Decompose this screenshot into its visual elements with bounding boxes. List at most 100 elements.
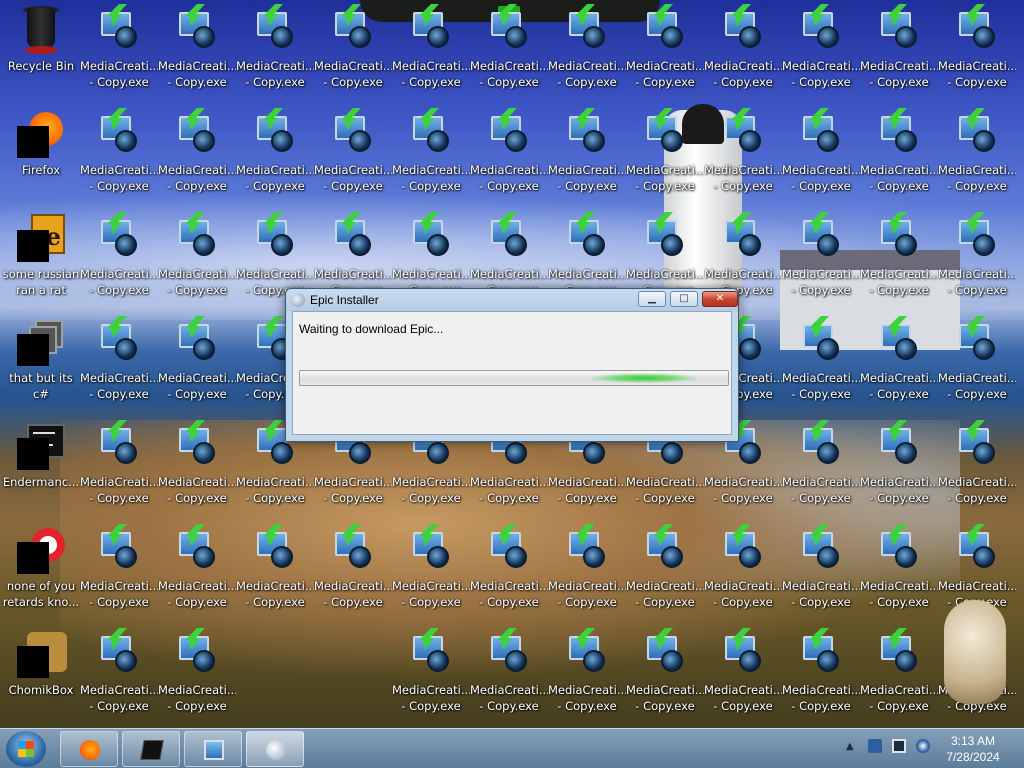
media-creation-tool-icon — [563, 212, 611, 262]
desktop-icon-media-creation-copy[interactable]: MediaCreati... - Copy.exe — [392, 0, 470, 98]
desktop-icon-firefox[interactable]: Firefox — [2, 104, 80, 202]
desktop-icon-media-creation-copy[interactable]: MediaCreati... - Copy.exe — [548, 0, 626, 98]
maximize-button[interactable]: □ — [670, 291, 698, 307]
desktop-icon-media-creation-copy[interactable]: MediaCreati... - Copy.exe — [782, 208, 860, 306]
desktop-icon-media-creation-copy[interactable]: MediaCreati... - Copy.exe — [704, 104, 782, 202]
desktop-icon-media-creation-copy[interactable]: MediaCreati... - Copy.exe — [314, 0, 392, 98]
desktop-icon-media-creation-copy[interactable]: MediaCreati... - Copy.exe — [782, 624, 860, 722]
desktop-icon-rat-app[interactable]: e some russian ran a rat — [2, 208, 80, 306]
desktop-icon-media-creation-copy[interactable]: MediaCreati... - Copy.exe — [860, 312, 938, 410]
desktop-icon-media-creation-copy[interactable]: MediaCreati... - Copy.exe — [392, 624, 470, 722]
bluetooth-icon[interactable] — [868, 739, 882, 753]
desktop-icon-media-creation-copy[interactable]: MediaCreati... - Copy.exe — [626, 624, 704, 722]
show-hidden-icons-button[interactable]: ▲ — [846, 741, 854, 752]
taskbar-installer-button[interactable] — [246, 731, 304, 767]
desktop-icon-label: MediaCreati... - Copy.exe — [782, 683, 860, 713]
desktop-icon-media-creation-copy[interactable]: MediaCreati... - Copy.exe — [860, 0, 938, 98]
desktop-icon-media-creation-copy[interactable]: MediaCreati... - Copy.exe — [860, 104, 938, 202]
desktop-icon-media-creation-copy[interactable]: MediaCreati... - Copy.exe — [314, 520, 392, 618]
desktop-icon-media-creation-copy[interactable]: MediaCreati... - Copy.exe — [80, 624, 158, 722]
desktop-icon-media-creation-copy[interactable]: MediaCreati... - Copy.exe — [860, 416, 938, 514]
desktop-icon-media-creation-copy[interactable]: MediaCreati... - Copy.exe — [158, 416, 236, 514]
media-creation-tool-icon — [95, 524, 143, 574]
media-creation-tool-icon — [875, 316, 923, 366]
desktop-icon-chomikbox[interactable]: ChomikBox — [2, 624, 80, 722]
media-creation-tool-icon — [797, 316, 845, 366]
taskbar-media-creation-button[interactable] — [184, 731, 242, 767]
mc-disc — [739, 26, 761, 48]
desktop-icon-media-creation-copy[interactable]: MediaCreati... - Copy.exe — [704, 0, 782, 98]
network-icon[interactable] — [892, 739, 906, 753]
close-button[interactable]: ✕ — [702, 291, 738, 307]
desktop-icon-media-creation-copy[interactable]: MediaCreati... - Copy.exe — [470, 520, 548, 618]
desktop-icon-media-creation-copy[interactable]: MediaCreati... - Copy.exe — [236, 104, 314, 202]
desktop-icon-media-creation-copy[interactable]: MediaCreati... - Copy.exe — [80, 312, 158, 410]
desktop-icon-media-creation-copy[interactable]: MediaCreati... - Copy.exe — [158, 624, 236, 722]
mc-disc — [271, 26, 293, 48]
desktop-icon-media-creation-copy[interactable]: MediaCreati... - Copy.exe — [938, 208, 1016, 306]
desktop-icon-media-creation-copy[interactable]: MediaCreati... - Copy.exe — [938, 312, 1016, 410]
desktop-icon-media-creation-copy[interactable]: MediaCreati... - Copy.exe — [782, 104, 860, 202]
desktop-icon-media-creation-copy[interactable]: MediaCreati... - Copy.exe — [938, 0, 1016, 98]
desktop-icon-media-creation-copy[interactable]: MediaCreati... - Copy.exe — [158, 208, 236, 306]
volume-icon[interactable] — [916, 739, 930, 753]
desktop-icon-media-creation-copy[interactable]: MediaCreati... - Copy.exe — [704, 520, 782, 618]
desktop-icon-media-creation-copy[interactable]: MediaCreati... - Copy.exe — [938, 416, 1016, 514]
desktop-icon-label: MediaCreati... - Copy.exe — [782, 163, 860, 193]
desktop-icon-media-creation-copy[interactable]: MediaCreati... - Copy.exe — [392, 104, 470, 202]
taskbar-terminal-button[interactable] — [122, 731, 180, 767]
desktop-icon-media-creation-copy[interactable]: MediaCreati... - Copy.exe — [860, 208, 938, 306]
desktop-icon-media-creation-copy[interactable]: MediaCreati... - Copy.exe — [80, 416, 158, 514]
mc-disc — [115, 26, 137, 48]
desktop-icon-windows-stack[interactable]: that but its c# — [2, 312, 80, 410]
desktop-icon-media-creation-copy[interactable]: MediaCreati... - Copy.exe — [470, 624, 548, 722]
desktop-icon-media-creation-copy[interactable]: MediaCreati... - Copy.exe — [782, 520, 860, 618]
desktop-icon-label: MediaCreati... - Copy.exe — [860, 371, 938, 401]
desktop-icon-media-creation-copy[interactable]: MediaCreati... - Copy.exe — [548, 520, 626, 618]
media-creation-tool-icon — [797, 628, 845, 678]
desktop-icon-media-creation-copy[interactable]: MediaCreati... - Copy.exe — [470, 0, 548, 98]
desktop-icon-media-creation-copy[interactable]: MediaCreati... - Copy.exe — [80, 0, 158, 98]
media-creation-tool-icon — [173, 420, 221, 470]
desktop-icon-media-creation-copy[interactable]: MediaCreati... - Copy.exe — [80, 208, 158, 306]
desktop-icon-media-creation-copy[interactable]: MediaCreati... - Copy.exe — [860, 624, 938, 722]
minimize-button[interactable]: ▁ — [638, 291, 666, 307]
desktop-icon-media-creation-copy[interactable]: MediaCreati... - Copy.exe — [158, 104, 236, 202]
desktop-icon-media-creation-copy[interactable]: MediaCreati... - Copy.exe — [782, 312, 860, 410]
desktop-icon-media-creation-copy[interactable]: MediaCreati... - Copy.exe — [158, 312, 236, 410]
desktop-icon-media-creation-copy[interactable]: MediaCreati... - Copy.exe — [626, 520, 704, 618]
desktop-icon-media-creation-copy[interactable]: MediaCreati... - Copy.exe — [548, 104, 626, 202]
system-clock[interactable]: 3:13 AM 7/28/2024 — [938, 733, 1008, 765]
desktop-icon-recycle-bin[interactable]: Recycle Bin — [2, 0, 80, 98]
window-titlebar[interactable]: Epic Installer ▁ □ ✕ — [286, 289, 738, 311]
desktop-icon-media-creation-copy[interactable]: MediaCreati... - Copy.exe — [236, 0, 314, 98]
start-button[interactable] — [6, 731, 46, 767]
desktop-icon-media-creation-copy[interactable]: MediaCreati... - Copy.exe — [704, 624, 782, 722]
desktop-icon-label: MediaCreati... - Copy.exe — [860, 163, 938, 193]
mc-disc — [817, 442, 839, 464]
desktop-icon-media-creation-copy[interactable]: MediaCreati... - Copy.exe — [158, 520, 236, 618]
desktop-icon-media-creation-copy[interactable]: MediaCreati... - Copy.exe — [80, 520, 158, 618]
desktop-icon-media-creation-copy[interactable]: MediaCreati... - Copy.exe — [938, 104, 1016, 202]
desktop-icon-terminal[interactable]: Endermanc... — [2, 416, 80, 514]
desktop-icon-media-creation-copy[interactable]: MediaCreati... - Copy.exe — [158, 0, 236, 98]
desktop-icon-media-creation-copy[interactable]: MediaCreati... - Copy.exe — [314, 104, 392, 202]
mc-disc — [349, 130, 371, 152]
desktop-icon-media-creation-copy[interactable]: MediaCreati... - Copy.exe — [626, 104, 704, 202]
desktop-icon-media-creation-copy[interactable]: MediaCreati... - Copy.exe — [626, 0, 704, 98]
media-creation-tool-icon — [173, 4, 221, 54]
desktop-icon-media-creation-copy[interactable]: MediaCreati... - Copy.exe — [860, 520, 938, 618]
mc-disc — [427, 650, 449, 672]
desktop-icon-opera[interactable]: none of you retards kno... — [2, 520, 80, 618]
desktop-icon-label: MediaCreati... - Copy.exe — [704, 475, 782, 505]
mc-disc — [349, 234, 371, 256]
taskbar-firefox-button[interactable] — [60, 731, 118, 767]
desktop-icon-media-creation-copy[interactable]: MediaCreati... - Copy.exe — [392, 520, 470, 618]
desktop-icon-media-creation-copy[interactable]: MediaCreati... - Copy.exe — [470, 104, 548, 202]
desktop-icon-media-creation-copy[interactable]: MediaCreati... - Copy.exe — [80, 104, 158, 202]
desktop-icon-media-creation-copy[interactable]: MediaCreati... - Copy.exe — [236, 520, 314, 618]
desktop-icon-media-creation-copy[interactable]: MediaCreati... - Copy.exe — [782, 416, 860, 514]
desktop-icon-media-creation-copy[interactable]: MediaCreati... - Copy.exe — [548, 624, 626, 722]
desktop-icon-media-creation-copy[interactable]: MediaCreati... - Copy.exe — [782, 0, 860, 98]
desktop-icon-label: MediaCreati... - Copy.exe — [236, 163, 314, 193]
